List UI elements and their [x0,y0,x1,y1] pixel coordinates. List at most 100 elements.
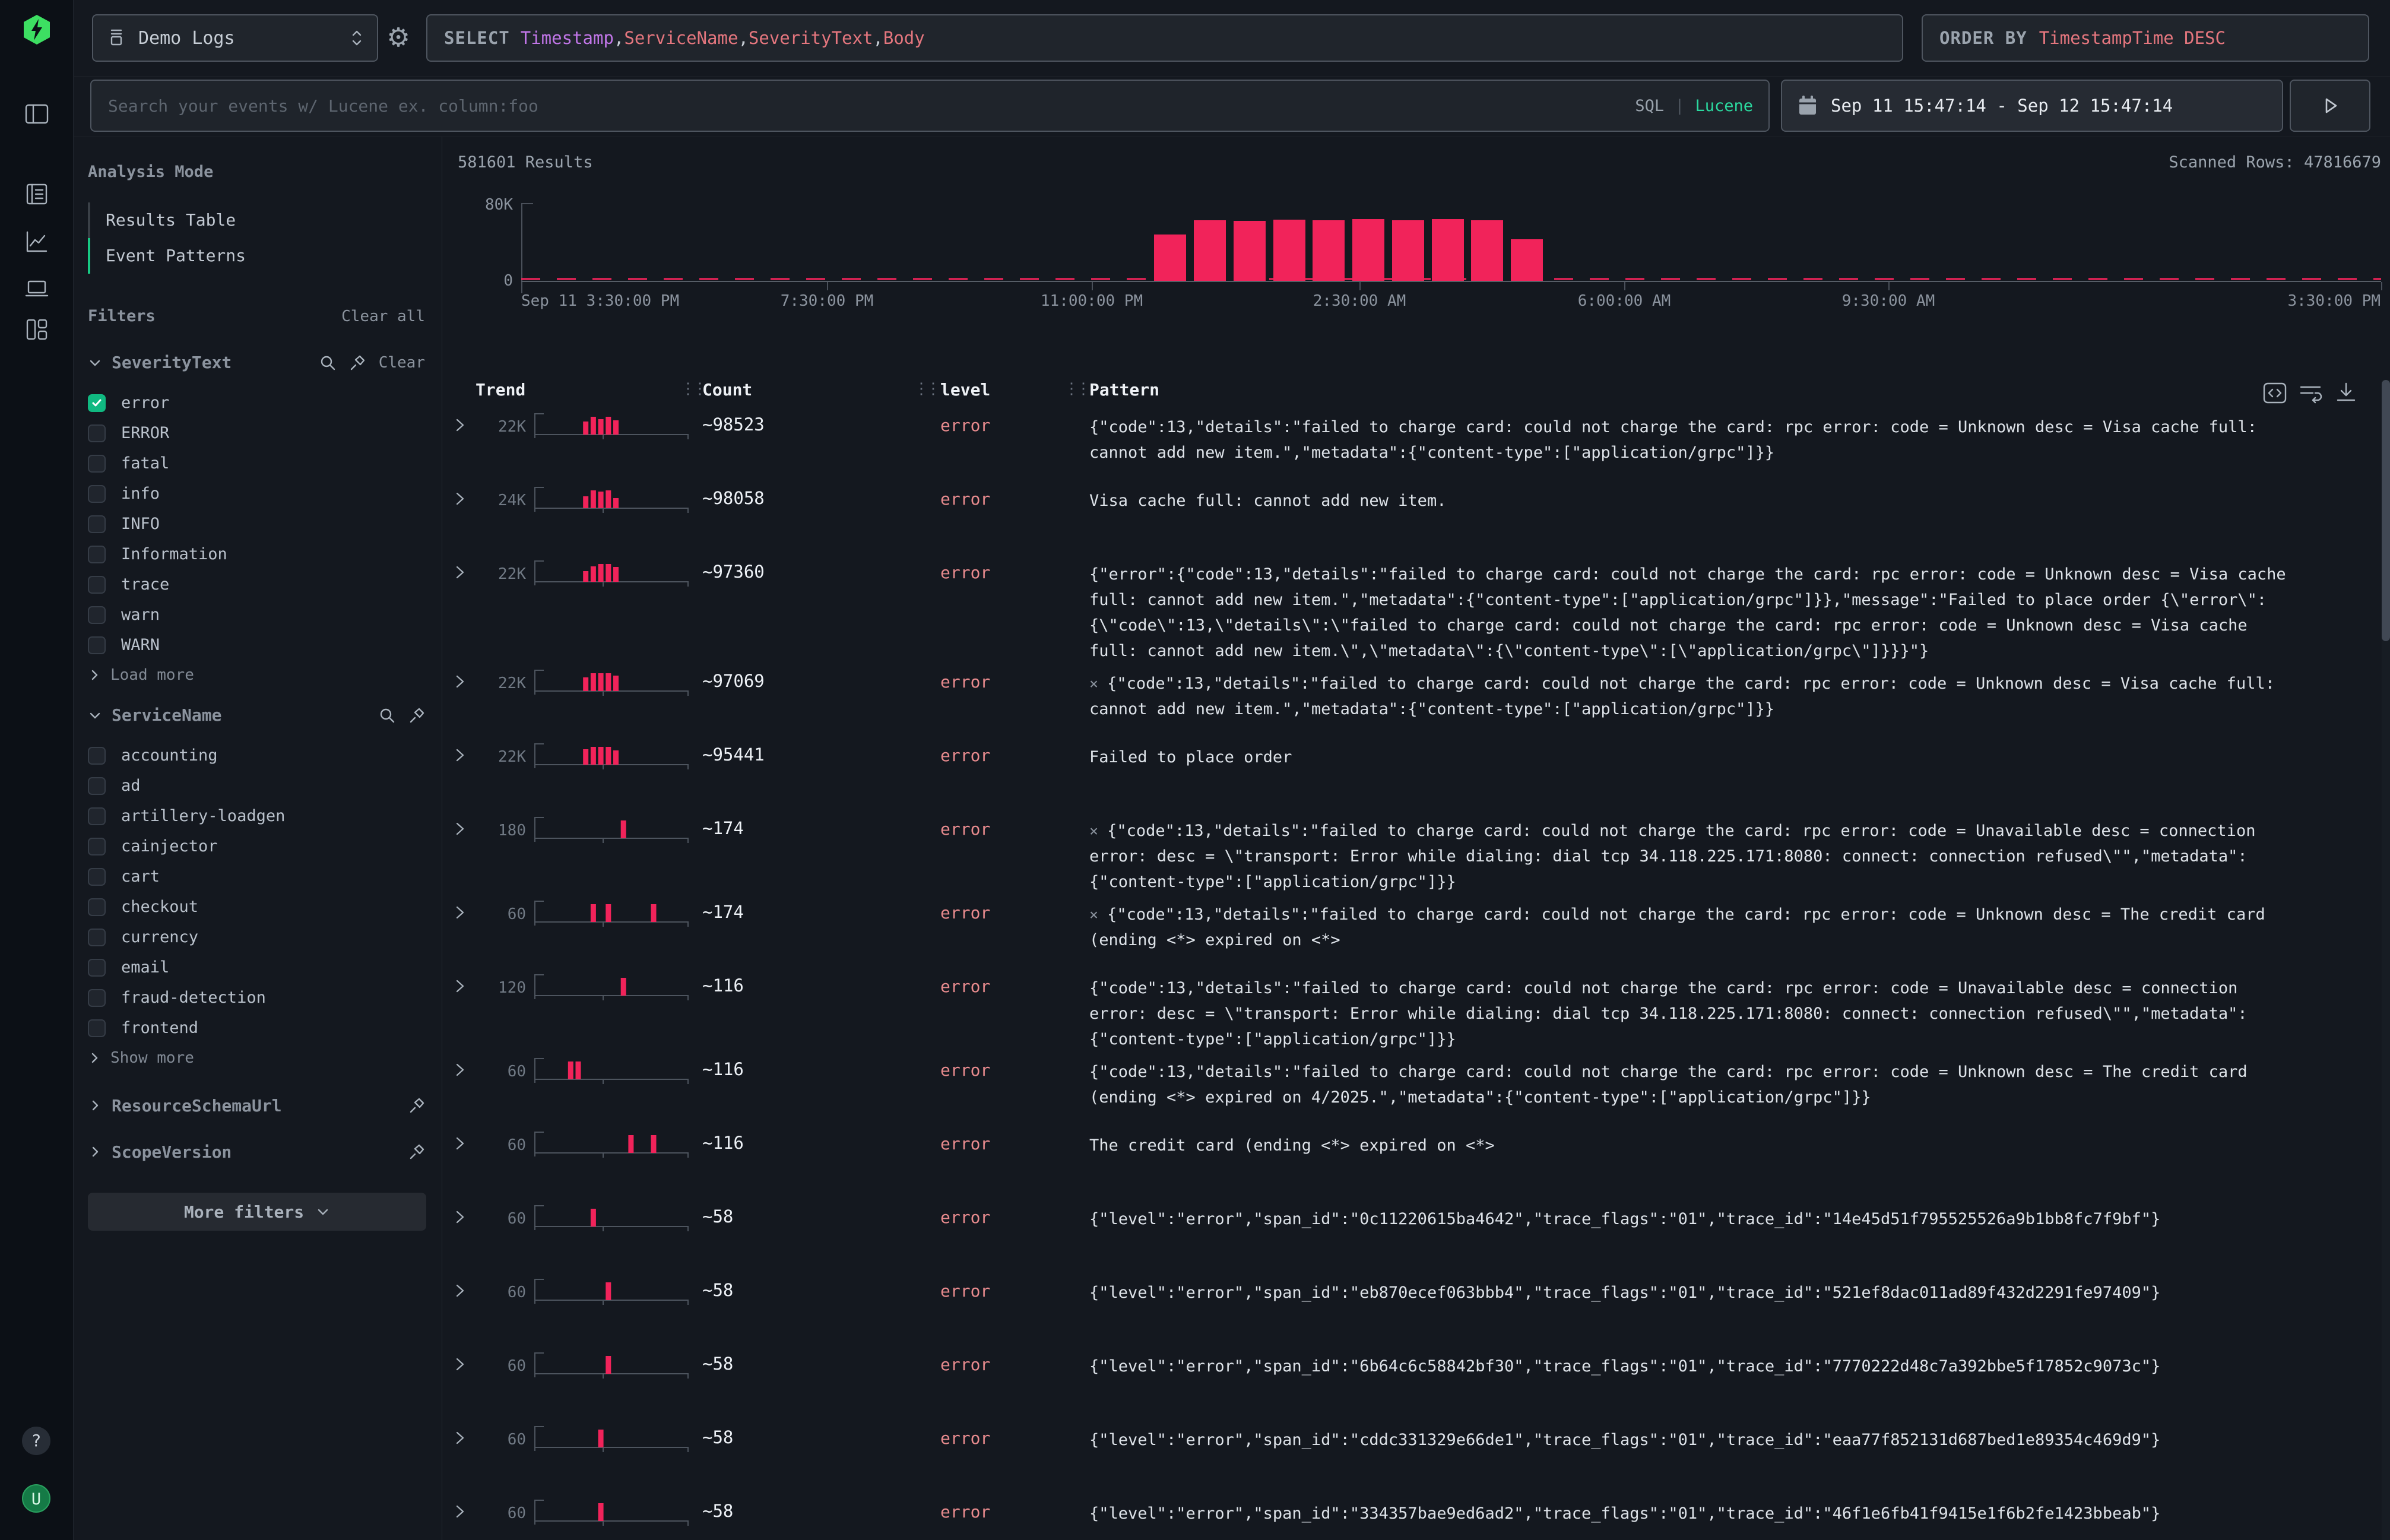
filter-option[interactable]: INFO [88,509,425,539]
dismiss-x-icon[interactable]: × [1089,822,1098,839]
filter-option[interactable]: error [88,388,425,418]
table-row[interactable]: 22K ~97360 error {"error":{"code":13,"de… [443,554,2390,664]
checkbox[interactable] [88,576,106,594]
table-row[interactable]: 22K ~95441 error Failed to place order [443,737,2390,811]
scrollbar-thumb[interactable] [2382,380,2390,641]
clear-all-filters[interactable]: Clear all [341,308,425,325]
column-drag-icon[interactable]: ⋮⋮ [1064,380,1088,398]
table-row[interactable]: 120 ~116 error {"code":13,"details":"fai… [443,968,2390,1052]
table-row[interactable]: 24K ~98058 error Visa cache full: cannot… [443,481,2390,554]
checkbox[interactable] [88,1019,106,1037]
pin-icon[interactable] [408,1097,425,1114]
mode-sql[interactable]: SQL [1635,97,1664,115]
table-row[interactable]: 60 ~174 error ×{"code":13,"details":"fai… [443,895,2390,968]
filter-option[interactable]: warn [88,600,425,630]
checkbox[interactable] [88,807,106,825]
order-by-box[interactable]: ORDER BY TimestampTime DESC [1922,14,2369,62]
select-query-box[interactable]: SELECT Timestamp , ServiceName , Severit… [426,14,1903,62]
col-trend[interactable]: Trend [476,380,525,400]
filter-option[interactable]: checkout [88,892,425,922]
checkbox[interactable] [88,777,106,795]
filter-option[interactable]: Information [88,539,425,569]
service-group-header[interactable]: ServiceName [88,705,425,725]
pin-icon[interactable] [408,1143,425,1160]
filter-option[interactable]: fatal [88,448,425,479]
search-icon[interactable] [379,707,395,724]
checkbox[interactable] [88,485,106,503]
filter-option[interactable]: cainjector [88,831,425,861]
panel-toggle-icon[interactable] [23,100,51,128]
checkbox[interactable] [88,424,106,442]
column-drag-icon[interactable]: ⋮⋮ [914,380,937,398]
time-range-picker[interactable]: Sep 11 15:47:14 - Sep 12 15:47:14 [1781,80,2283,132]
filter-option[interactable]: ERROR [88,418,425,448]
table-row[interactable]: 60 ~58 error {"level":"error","span_id":… [443,1494,2390,1540]
chart-icon[interactable] [23,227,51,256]
checkbox[interactable] [88,747,106,765]
dismiss-x-icon[interactable]: × [1089,675,1098,692]
col-count[interactable]: Count [702,380,752,400]
pin-icon[interactable] [349,354,366,371]
filter-option[interactable]: artillery-loadgen [88,801,425,831]
checkbox[interactable] [88,515,106,533]
filter-option[interactable]: trace [88,569,425,600]
group-resourceschemaurl[interactable]: ResourceSchemaUrl [88,1088,425,1123]
checkbox[interactable] [88,989,106,1007]
checkbox[interactable] [88,455,106,473]
wrap-text-icon[interactable] [2297,380,2325,407]
severity-clear[interactable]: Clear [379,354,425,372]
logo-icon[interactable] [23,14,51,43]
pin-icon[interactable] [408,707,425,724]
group-scopeversion[interactable]: ScopeVersion [88,1135,425,1169]
checkbox[interactable] [88,546,106,563]
checkbox[interactable] [88,838,106,855]
table-row[interactable]: 60 ~116 error The credit card (ending <*… [443,1126,2390,1199]
table-row[interactable]: 60 ~116 error {"code":13,"details":"fail… [443,1052,2390,1126]
table-row[interactable]: 60 ~58 error {"level":"error","span_id":… [443,1273,2390,1346]
sessions-icon[interactable] [23,274,51,303]
more-filters-button[interactable]: More filters [88,1193,426,1231]
checkbox[interactable] [88,959,106,977]
checkbox[interactable] [88,929,106,946]
severity-load-more[interactable]: Load more [88,660,425,690]
checkbox[interactable] [88,898,106,916]
search-icon[interactable] [319,354,336,371]
logs-icon[interactable] [23,180,51,208]
dataset-select[interactable]: Demo Logs [92,14,378,62]
filter-option[interactable]: ad [88,771,425,801]
run-query-button[interactable] [2290,80,2370,132]
checkbox[interactable] [88,606,106,624]
checkbox[interactable] [88,394,106,412]
mode-results-table[interactable]: Results Table [88,202,425,238]
table-row[interactable]: 22K ~98523 error {"code":13,"details":"f… [443,407,2390,481]
table-row[interactable]: 60 ~58 error {"level":"error","span_id":… [443,1420,2390,1494]
column-drag-icon[interactable]: ⋮⋮ [680,380,704,398]
severity-group-header[interactable]: SeverityText Clear [88,353,425,372]
search-input[interactable] [107,96,1635,116]
col-pattern[interactable]: Pattern [1089,380,1159,400]
dashboards-icon[interactable] [23,315,51,344]
table-row[interactable]: 60 ~58 error {"level":"error","span_id":… [443,1199,2390,1273]
mode-lucene[interactable]: Lucene [1695,97,1753,115]
filter-option[interactable]: info [88,479,425,509]
dismiss-x-icon[interactable]: × [1089,906,1098,923]
filter-option[interactable]: fraud-detection [88,983,425,1013]
mode-event-patterns[interactable]: Event Patterns [88,238,425,274]
table-row[interactable]: 22K ~97069 error ×{"code":13,"details":"… [443,664,2390,737]
filter-option[interactable]: cart [88,861,425,892]
avatar[interactable]: U [22,1484,50,1513]
checkbox[interactable] [88,636,106,654]
gear-icon[interactable]: ⚙ [382,21,415,55]
filter-option[interactable]: frontend [88,1013,425,1043]
filter-option[interactable]: currency [88,922,425,952]
table-row[interactable]: 60 ~58 error {"level":"error","span_id":… [443,1346,2390,1420]
help-button[interactable]: ? [22,1427,50,1455]
filter-option[interactable]: email [88,952,425,983]
download-icon[interactable] [2333,380,2360,407]
code-view-icon[interactable] [2262,380,2289,407]
checkbox[interactable] [88,868,106,886]
filter-option[interactable]: accounting [88,740,425,771]
service-show-more[interactable]: Show more [88,1043,425,1073]
scrollbar[interactable] [2382,380,2390,1540]
col-level[interactable]: level [940,380,990,400]
